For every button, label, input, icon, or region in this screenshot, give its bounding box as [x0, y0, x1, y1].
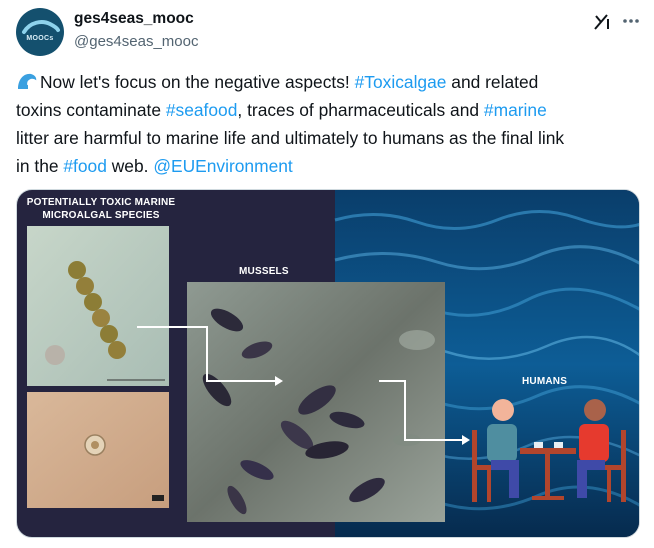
display-name[interactable]: ges4seas_mooc: [74, 10, 194, 28]
tweet-text-segment: toxins contaminate: [16, 100, 166, 120]
avatar-label: MOOCs: [26, 35, 54, 42]
media-label-mussels: MUSSELS: [239, 266, 289, 277]
mussels-photo: [187, 282, 445, 522]
mention-euenvironment[interactable]: @EUEnvironment: [153, 156, 292, 176]
tweet-text-segment: web.: [106, 156, 154, 176]
microalgae-photo-1: [27, 226, 169, 386]
avatar[interactable]: MOOCs: [16, 8, 64, 56]
tweet-text-segment: in the: [16, 156, 64, 176]
mooc-logo-icon: [22, 20, 60, 34]
hashtag-seafood[interactable]: #seafood: [166, 100, 238, 120]
microalgae-photo-2: [27, 392, 169, 508]
grok-icon[interactable]: [592, 12, 612, 32]
media-label-humans: HUMANS: [522, 376, 568, 387]
tweet-line-4: in the #food web. @EUEnvironment: [16, 152, 640, 180]
cup-icon: [554, 442, 563, 448]
tweet-media-image[interactable]: POTENTIALLY TOXIC MARINE MICROALGAL SPEC…: [16, 189, 640, 538]
tweet-text-segment: , traces of pharmaceuticals and: [237, 100, 484, 120]
tweet-text-segment: litter are harmful to marine life and ul…: [16, 128, 565, 148]
media-label-species-line1: POTENTIALLY TOXIC MARINE: [26, 197, 176, 208]
wave-emoji-icon: [18, 73, 37, 89]
media-label-species-line2: MICROALGAL SPECIES: [42, 210, 160, 221]
tweet-line-1: Now let's focus on the negative aspects!…: [16, 68, 640, 96]
more-options-icon[interactable]: [620, 10, 642, 32]
hashtag-marine[interactable]: #marine: [484, 100, 547, 120]
tweet-text: Now let's focus on the negative aspects!…: [16, 68, 640, 180]
tweet-text-segment: Now let's focus on the negative aspects!: [40, 72, 355, 92]
tweet-line-3: litter are harmful to marine life and ul…: [16, 124, 640, 152]
tweet-text-segment: and related: [446, 72, 539, 92]
infographic-graphic: [27, 190, 639, 537]
hashtag-food[interactable]: #food: [63, 156, 107, 176]
hashtag-toxicalgae[interactable]: #Toxicalgae: [355, 72, 447, 92]
user-handle[interactable]: @ges4seas_mooc: [74, 33, 198, 50]
media-label-species: POTENTIALLY TOXIC MARINE MICROALGAL SPEC…: [21, 196, 181, 222]
cup-icon: [534, 442, 543, 448]
tweet-line-2: toxins contaminate #seafood, traces of p…: [16, 96, 640, 124]
